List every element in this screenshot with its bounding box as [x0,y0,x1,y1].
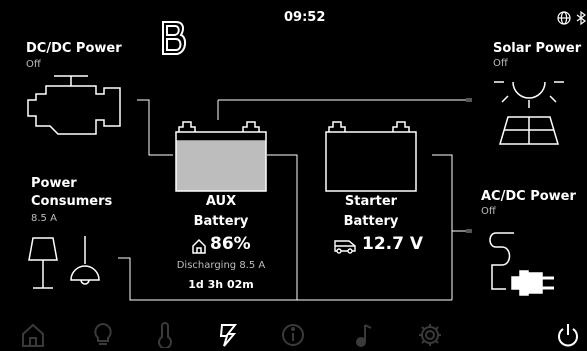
music-icon[interactable] [350,322,376,348]
power-icon[interactable] [216,322,242,348]
van-icon [333,238,357,254]
info-icon[interactable] [280,322,306,348]
thermometer-icon[interactable] [152,322,178,348]
aux-name-1: AUX [205,194,237,209]
lamps-icon[interactable] [27,234,107,294]
settings-icon[interactable] [417,322,443,348]
solar-panel-icon[interactable] [494,70,564,150]
starter-battery-icon[interactable] [323,118,419,194]
dcdc-status: Off [26,59,41,70]
lightbulb-icon[interactable] [90,322,116,348]
aux-soc: 86% [210,234,251,254]
consumers-title-1: Power [31,176,77,191]
aux-time-left: 1d 3h 02m [188,278,254,291]
aux-name-2: Battery [193,214,249,229]
starter-voltage: 12.7 V [362,234,424,254]
consumers-title-2: Consumers [31,194,113,209]
aux-battery-icon[interactable] [173,118,269,194]
solar-status: Off [493,58,508,69]
engine-icon[interactable] [24,70,140,140]
dcdc-title: DC/DC Power [26,41,122,56]
starter-name-1: Starter [344,194,398,209]
acdc-title: AC/DC Power [481,189,576,204]
power-off-icon[interactable] [555,322,581,348]
solar-title: Solar Power [493,41,582,56]
acdc-status: Off [481,206,496,217]
aux-state: Discharging 8.5 A [176,260,266,271]
home-icon[interactable] [20,322,46,348]
house-icon [191,238,207,254]
plug-icon[interactable] [486,229,560,301]
consumers-value: 8.5 A [31,213,57,224]
starter-name-2: Battery [343,214,399,229]
